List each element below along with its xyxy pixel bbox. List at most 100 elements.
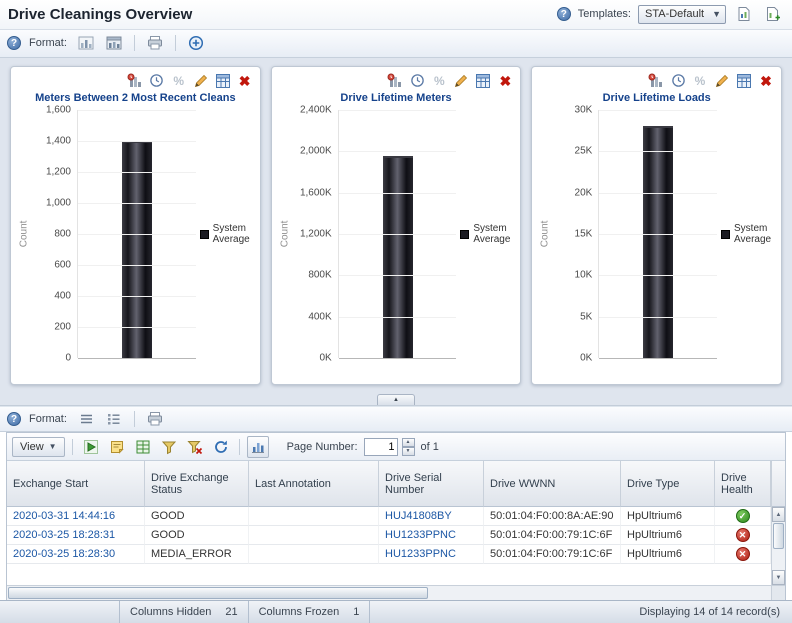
horizontal-scrollbar[interactable]: [7, 585, 771, 601]
cell-exchange-start[interactable]: 2020-03-25 18:28:31: [7, 526, 145, 546]
health-error-icon: ✕: [735, 547, 750, 562]
gridline: [599, 358, 718, 360]
y-tick-label: 1,200: [45, 166, 71, 178]
cell-exchange-start[interactable]: 2020-03-31 14:44:16: [7, 507, 145, 527]
gridline: [78, 358, 196, 360]
table-row[interactable]: 2020-03-25 18:28:30 MEDIA_ERROR HU1233PPNC…: [7, 545, 771, 565]
y-tick-label: 20K: [574, 187, 593, 199]
chart-options-icon[interactable]: [126, 72, 144, 90]
health-error-icon: ✕: [735, 528, 750, 543]
scroll-down-icon[interactable]: ▼: [772, 570, 785, 586]
column-header-drive-serial-number[interactable]: Drive Serial Number: [379, 461, 484, 508]
cell-drive-serial-number[interactable]: HU1233PPNC: [379, 545, 484, 565]
remove-panel-icon[interactable]: ✖: [496, 72, 514, 90]
splitter: ▲: [0, 393, 792, 407]
cell-last-annotation: [249, 545, 379, 565]
cell-drive-type: HpUltrium6: [621, 526, 715, 546]
list-view-icon[interactable]: [75, 408, 97, 430]
graph-layout-alt-icon[interactable]: [103, 32, 125, 54]
add-graph-icon[interactable]: [185, 32, 207, 54]
time-range-icon[interactable]: [148, 72, 166, 90]
chart-title: Drive Lifetime Loads: [602, 91, 711, 104]
edit-icon[interactable]: [713, 72, 731, 90]
table-row[interactable]: 2020-03-31 14:44:16 GOOD HUJ41808BY 50:01:0…: [7, 507, 771, 527]
legend-label: System Average: [473, 222, 511, 246]
remove-panel-icon[interactable]: ✖: [236, 72, 254, 90]
print-icon[interactable]: [144, 408, 166, 430]
columns-hidden-value: 21: [225, 606, 238, 619]
collapse-charts-button[interactable]: ▲: [377, 394, 415, 406]
cell-drive-serial-number[interactable]: HU1233PPNC: [379, 526, 484, 546]
gridline: [599, 192, 718, 194]
gridline: [78, 265, 196, 267]
export-icon[interactable]: [132, 436, 154, 458]
chart-options-icon[interactable]: [647, 72, 665, 90]
page-number-input[interactable]: [363, 437, 398, 456]
detail-view-icon[interactable]: [103, 408, 125, 430]
cell-drive-health: ✓: [715, 507, 771, 527]
chart-body: Count 30K 25K 20K 15K 10K 5K 0K System Average: [538, 104, 775, 380]
refresh-icon[interactable]: [210, 436, 232, 458]
column-header-exchange-start[interactable]: Exchange Start: [7, 461, 145, 508]
gridline: [599, 275, 718, 277]
column-header-drive-exchange-status[interactable]: Drive Exchange Status: [145, 461, 249, 508]
percent-icon: %: [173, 73, 184, 88]
y-tick-label: 1,200K: [299, 228, 332, 240]
column-header-drive-wwnn[interactable]: Drive WWNN: [484, 461, 621, 508]
cell-drive-health: ✕: [715, 526, 771, 546]
cell-exchange-start[interactable]: 2020-03-25 18:28:30: [7, 545, 145, 565]
table-view-icon[interactable]: [474, 72, 492, 90]
filter-icon[interactable]: [158, 436, 180, 458]
table-view-icon[interactable]: [214, 72, 232, 90]
bar-system-average: [121, 140, 152, 359]
vertical-scrollbar-thumb[interactable]: [773, 523, 784, 550]
new-template-icon[interactable]: [762, 3, 784, 25]
toolbar-divider: [133, 35, 135, 52]
chart-body: Count 1,600 1,400 1,200 1,000 800 600 400 200 0 …: [17, 104, 254, 380]
chart-panel-drive-lifetime-meters: % ✖ Drive Lifetime Meters Count 2,400K 2,…: [270, 65, 522, 386]
chevron-down-icon: ▼: [712, 9, 721, 20]
columns-hidden-status: Columns Hidden 21: [120, 601, 249, 623]
chart-options-icon[interactable]: [386, 72, 404, 90]
y-axis-label: Count: [18, 220, 30, 248]
annotation-icon[interactable]: [106, 436, 128, 458]
column-header-last-annotation[interactable]: Last Annotation: [249, 461, 379, 508]
cell-drive-serial-number[interactable]: HUJ41808BY: [379, 507, 484, 527]
column-header-drive-health[interactable]: Drive Health: [715, 461, 771, 508]
charts-region: % ✖ Meters Between 2 Most Recent Cleans …: [0, 57, 792, 394]
go-icon[interactable]: [80, 436, 102, 458]
edit-icon[interactable]: [452, 72, 470, 90]
time-range-icon[interactable]: [408, 72, 426, 90]
save-template-icon[interactable]: [733, 3, 755, 25]
chart-view-icon[interactable]: [246, 435, 269, 458]
page-header: Drive Cleanings Overview ? Templates: ST…: [0, 0, 792, 30]
cell-last-annotation: [249, 526, 379, 546]
header-right-controls: ? Templates: STA-Default ▼: [556, 3, 784, 25]
table-view-icon[interactable]: [735, 72, 753, 90]
time-range-icon[interactable]: [669, 72, 687, 90]
edit-icon[interactable]: [192, 72, 210, 90]
remove-panel-icon[interactable]: ✖: [757, 72, 775, 90]
view-menu-button[interactable]: View ▼: [12, 436, 65, 457]
horizontal-scrollbar-track: [429, 586, 771, 600]
clear-filter-icon[interactable]: [184, 436, 206, 458]
graph-layout-icon[interactable]: [75, 32, 97, 54]
help-icon[interactable]: ?: [556, 7, 571, 22]
horizontal-scrollbar-thumb[interactable]: [8, 587, 428, 600]
y-tick-label: 1,000: [45, 197, 71, 209]
page-down-icon[interactable]: ▼: [401, 446, 415, 456]
template-dropdown[interactable]: STA-Default ▼: [638, 4, 726, 24]
print-icon[interactable]: [144, 32, 166, 54]
help-icon[interactable]: ?: [7, 36, 21, 51]
y-tick-label: 200: [54, 321, 71, 333]
vertical-scrollbar[interactable]: ▲ ▼: [771, 461, 785, 601]
scroll-up-icon[interactable]: ▲: [772, 507, 785, 523]
columns-frozen-label: Columns Frozen: [258, 606, 340, 619]
y-axis-label: Count: [539, 220, 551, 248]
page-up-icon[interactable]: ▲: [401, 437, 415, 447]
template-dropdown-value: STA-Default: [645, 8, 705, 21]
table-row[interactable]: 2020-03-25 18:28:31 GOOD HU1233PPNC 50:01:0…: [7, 526, 771, 546]
column-header-drive-type[interactable]: Drive Type: [621, 461, 715, 508]
help-icon[interactable]: ?: [7, 412, 21, 427]
gridline: [338, 151, 457, 153]
